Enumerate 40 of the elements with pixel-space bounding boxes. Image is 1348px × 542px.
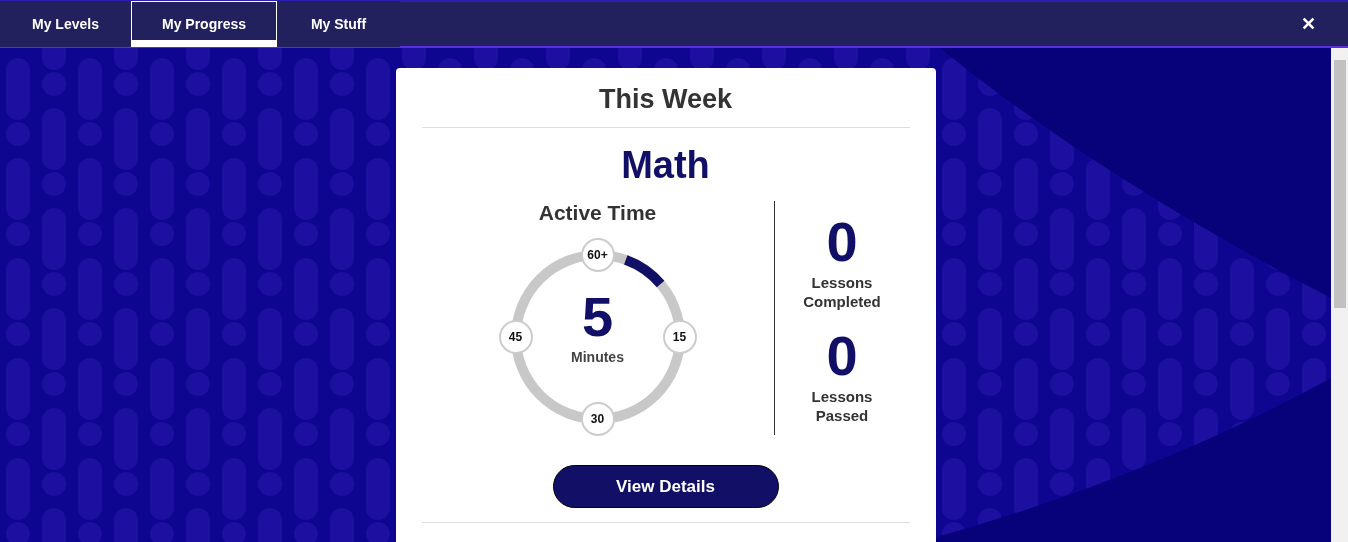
tab[interactable]: My Progress [131,1,277,47]
tick-label: 60+ [580,238,615,272]
pattern-pill [114,48,138,70]
pattern-pill [1086,158,1110,220]
tick-label: 15 [662,320,697,354]
pattern-pill [186,48,210,70]
pattern-pill [1122,408,1146,470]
pattern-pill [906,48,930,70]
card-title: This Week [421,84,910,128]
stat-label: Lessons Passed [810,387,874,425]
pattern-dot [1266,272,1290,296]
pattern-pill [690,48,714,70]
subject-title: Math [621,144,710,187]
stat-label: Lessons Completed [802,273,882,311]
tab[interactable]: My Levels [0,1,131,47]
stat-value: 0 [826,325,858,387]
pattern-pill [402,48,426,70]
pattern-pill [42,48,66,70]
tick-label: 45 [498,320,533,354]
pattern-pill [618,48,642,70]
stat-value: 0 [826,211,858,273]
view-details-button[interactable]: View Details [552,465,779,508]
minutes-label: Minutes [571,349,624,365]
minutes-value: 5 [581,287,614,347]
pattern-dot [1050,472,1074,496]
pattern-dot [1014,122,1038,146]
tick-label: 30 [580,402,615,436]
pattern-pill [258,48,282,70]
pattern-pill [330,48,354,70]
pattern-pill [942,58,966,120]
pattern-pill [474,48,498,70]
pattern-pill [834,48,858,70]
pattern-pill [1230,358,1254,420]
pattern-pill [762,48,786,70]
active-time-title: Active Time [538,201,657,225]
close-button[interactable]: ✕ [1295,12,1322,36]
pattern-pill [546,48,570,70]
scrollbar[interactable] [1331,48,1348,542]
pattern-pill [1230,258,1254,320]
tab[interactable]: My Stuff [277,1,400,47]
